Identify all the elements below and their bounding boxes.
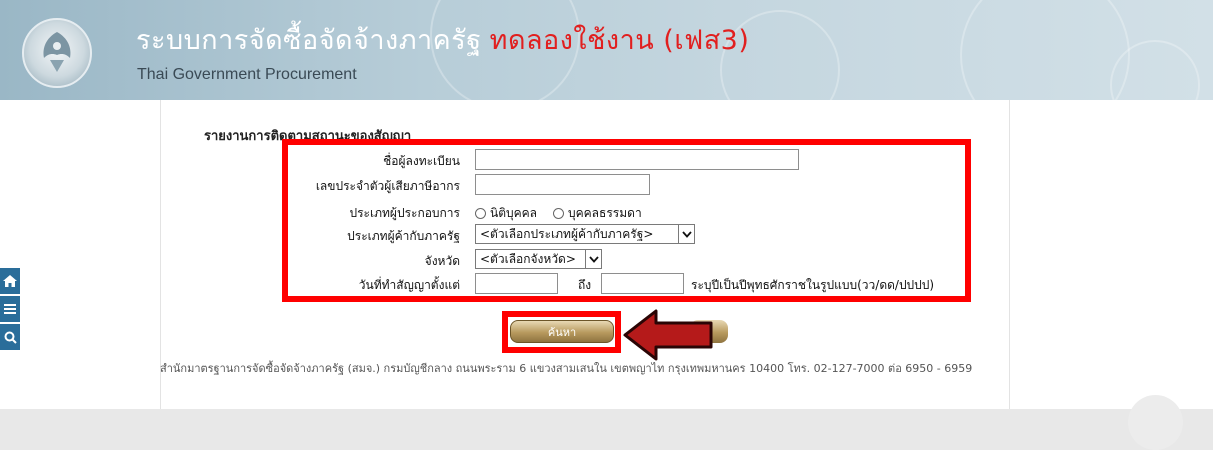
province-selected: <ตัวเลือกจังหวัด> xyxy=(480,251,576,266)
chevron-down-icon[interactable] xyxy=(585,250,601,268)
home-icon[interactable] xyxy=(0,268,20,294)
radio-circle[interactable] xyxy=(475,208,486,219)
vendor-type-select[interactable]: <ตัวเลือกประเภทผู้ค้ากับภาครัฐ> xyxy=(475,224,695,244)
tax-id-input[interactable] xyxy=(475,174,650,195)
system-title: ระบบการจัดซื้อจัดจ้างภาครัฐ ทดลองใช้งาน (… xyxy=(136,18,749,61)
radio-natural-person[interactable]: บุคคลธรรมดา xyxy=(553,204,642,223)
registrant-input[interactable] xyxy=(475,149,799,170)
vendor-type-label: ประเภทผู้ค้ากับภาครัฐ xyxy=(347,229,460,243)
radio-circle[interactable] xyxy=(553,208,564,219)
radio-juristic-person[interactable]: นิติบุคคล xyxy=(475,204,537,223)
tax-id-label: เลขประจำตัวผู้เสียภาษีอากร xyxy=(315,179,460,193)
registrant-row: ชื่อผู้ลงทะเบียน xyxy=(290,149,960,171)
chevron-down-icon[interactable] xyxy=(678,225,694,243)
pointer-arrow-icon xyxy=(623,309,713,361)
site-header: ระบบการจัดซื้อจัดจ้างภาครัฐ ทดลองใช้งาน (… xyxy=(0,0,1213,100)
search-button[interactable]: ค้นหา xyxy=(510,320,614,343)
radio-natural-label: บุคคลธรรมดา xyxy=(568,206,642,220)
province-row: จังหวัด <ตัวเลือกจังหวัด> xyxy=(290,249,960,271)
date-from-input[interactable] xyxy=(475,273,558,294)
system-title-main: ระบบการจัดซื้อจัดจ้างภาครัฐ xyxy=(136,25,482,56)
page: ระบบการจัดซื้อจัดจ้างภาครัฐ ทดลองใช้งาน (… xyxy=(0,0,1213,450)
date-format-hint: ระบุปีเป็นปีพุทธศักราชในรูปแบบ(วว/ดด/ปปป… xyxy=(691,278,935,292)
tax-id-row: เลขประจำตัวผู้เสียภาษีอากร xyxy=(290,174,960,196)
vendor-type-row: ประเภทผู้ค้ากับภาครัฐ <ตัวเลือกประเภทผู้… xyxy=(290,224,960,246)
operator-type-row: ประเภทผู้ประกอบการ นิติบุคคล บุคคลธรรมดา xyxy=(290,201,960,223)
header-ornament xyxy=(960,0,1130,100)
scroll-top-button[interactable] xyxy=(1128,395,1183,450)
operator-type-label: ประเภทผู้ประกอบการ xyxy=(349,206,460,220)
system-title-english: Thai Government Procurement xyxy=(137,66,357,83)
date-to-label: ถึง xyxy=(578,278,592,292)
side-toolbar xyxy=(0,268,20,352)
footer-address: สำนักมาตรฐานการจัดซื้อจัดจ้างภาครัฐ (สมจ… xyxy=(160,362,973,375)
province-label: จังหวัด xyxy=(424,254,460,268)
government-seal-icon[interactable] xyxy=(22,18,92,88)
contract-date-label: วันที่ทำสัญญาตั้งแต่ xyxy=(358,278,460,292)
vendor-type-selected: <ตัวเลือกประเภทผู้ค้ากับภาครัฐ> xyxy=(480,226,654,241)
date-to-input[interactable] xyxy=(601,273,684,294)
contract-date-row: วันที่ทำสัญญาตั้งแต่ ถึง ระบุปีเป็นปีพุท… xyxy=(290,273,960,295)
radio-juristic-label: นิติบุคคล xyxy=(490,206,538,220)
beta-label: ทดลองใช้งาน (เฟส3) xyxy=(489,25,750,56)
menu-icon[interactable] xyxy=(0,296,20,322)
search-icon[interactable] xyxy=(0,324,20,350)
registrant-label: ชื่อผู้ลงทะเบียน xyxy=(383,154,460,168)
province-select[interactable]: <ตัวเลือกจังหวัด> xyxy=(475,249,602,269)
